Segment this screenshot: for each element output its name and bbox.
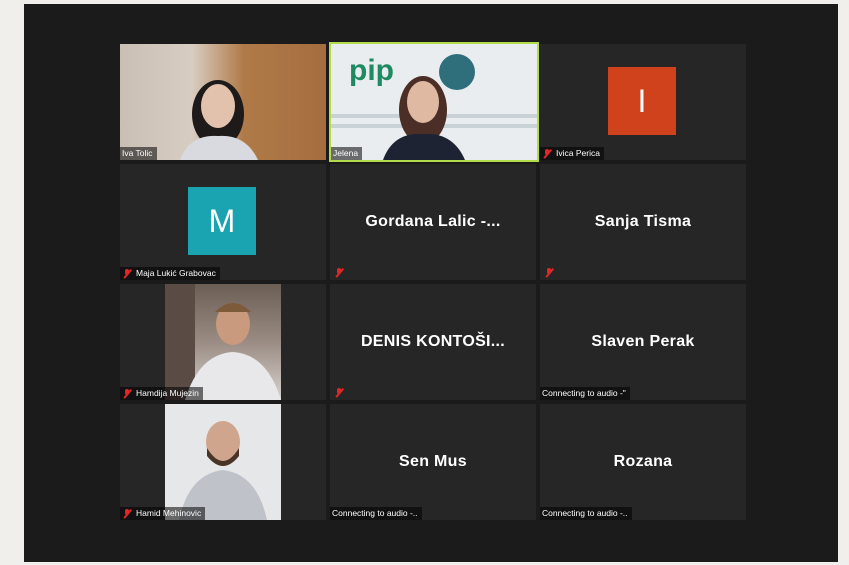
- participant-name-label: Iva Tolic: [120, 147, 157, 160]
- mic-muted-icon: [122, 268, 132, 279]
- participant-tile-hamdija-mujezin[interactable]: Hamdija Mujezin: [120, 284, 326, 400]
- person-silhouette: [180, 80, 258, 160]
- participant-display-name: Sanja Tisma: [594, 213, 692, 230]
- participant-display-name: Slaven Perak: [591, 333, 695, 350]
- participant-tile-rozana[interactable]: Rozana Connecting to audio -..: [540, 404, 746, 520]
- participant-tile-slaven-perak[interactable]: Slaven Perak Connecting to audio -": [540, 284, 746, 400]
- audio-status-label: Connecting to audio -": [540, 387, 630, 400]
- participant-tile-jelena[interactable]: pip Jelena: [329, 42, 539, 162]
- participant-name-label: Ivica Perica: [540, 147, 604, 160]
- mic-muted-icon: [122, 388, 132, 399]
- person-silhouette: [179, 421, 267, 520]
- mic-muted-icon: [542, 148, 552, 159]
- avatar: M: [188, 187, 256, 255]
- participant-tile-denis-kontosi[interactable]: DENIS KONTOŠI...: [330, 284, 536, 400]
- participant-tile-maja-lukic-grabovac[interactable]: M Maja Lukić Grabovac: [120, 164, 326, 280]
- video-feed: [165, 404, 281, 520]
- participant-tile-iva-tolic[interactable]: Iva Tolic: [120, 44, 326, 160]
- participant-display-name: DENIS KONTOŠI...: [360, 333, 506, 350]
- mic-muted-icon: [122, 508, 132, 519]
- participant-display-name: Rozana: [613, 453, 673, 470]
- video-background: pip: [331, 54, 537, 160]
- participant-name-label: Hamdija Mujezin: [120, 387, 203, 400]
- audio-status-label: Connecting to audio -..: [540, 507, 632, 520]
- person-silhouette: [165, 284, 281, 400]
- avatar: I: [608, 67, 676, 135]
- participant-tile-sanja-tisma[interactable]: Sanja Tisma: [540, 164, 746, 280]
- mic-muted-icon: [334, 388, 344, 398]
- audio-status-label: Connecting to audio -..: [330, 507, 422, 520]
- participant-name-label: Jelena: [331, 147, 363, 160]
- video-feed: pip: [331, 44, 537, 160]
- participant-name-label: Hamid Mehinovic: [120, 507, 206, 520]
- mic-muted-icon: [334, 268, 344, 278]
- participant-tile-hamid-mehinovic[interactable]: Hamid Mehinovic: [120, 404, 326, 520]
- meeting-window: Iva Tolic pip Jelena I Ivica Perica M Ma…: [24, 4, 838, 562]
- participant-name-label: Maja Lukić Grabovac: [120, 267, 220, 280]
- participant-display-name: Sen Mus: [399, 453, 467, 470]
- participant-tile-sen-mus[interactable]: Sen Mus Connecting to audio -..: [330, 404, 536, 520]
- video-feed: [120, 44, 326, 160]
- participant-tile-ivica-perica[interactable]: I Ivica Perica: [540, 44, 746, 160]
- svg-text:pip: pip: [349, 54, 394, 87]
- participant-tile-gordana-lalic[interactable]: Gordana Lalic -...: [330, 164, 536, 280]
- participant-display-name: Gordana Lalic -...: [365, 213, 501, 230]
- video-feed: [165, 284, 281, 400]
- mic-muted-icon: [544, 268, 554, 278]
